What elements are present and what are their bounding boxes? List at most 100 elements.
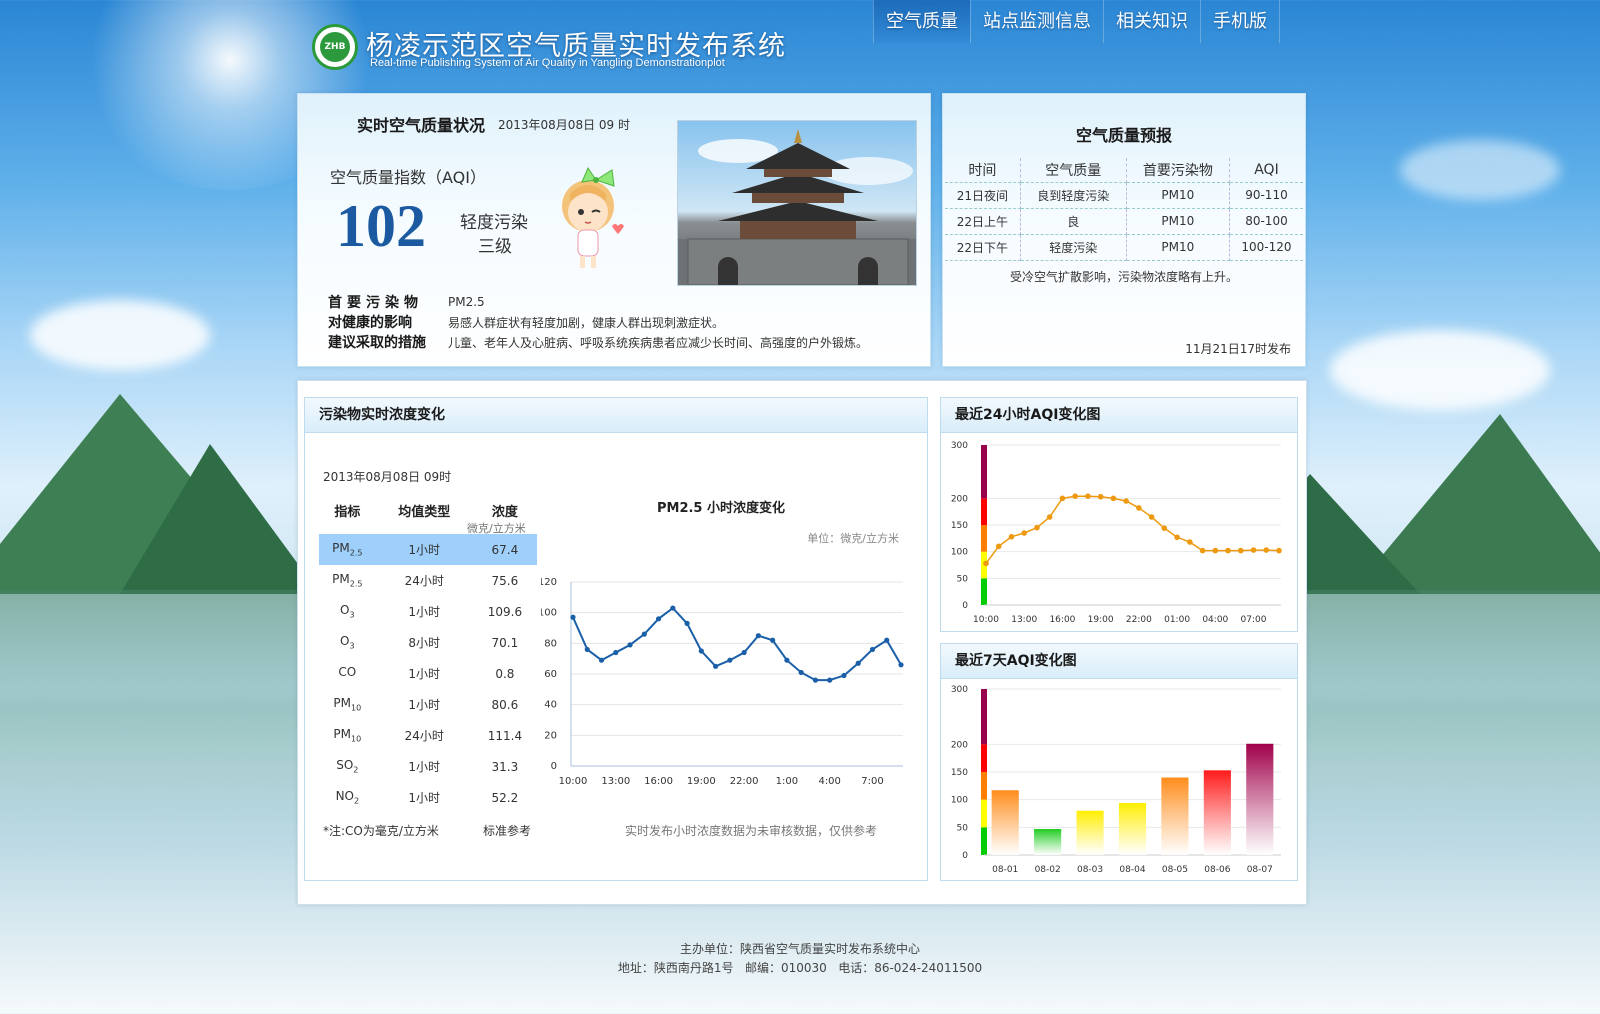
y-tick-label: 150 bbox=[951, 521, 968, 531]
pollutant-value: 80.6 bbox=[491, 697, 519, 712]
forecast-header: 时间 bbox=[945, 158, 1021, 183]
forecast-pollutant: PM10 bbox=[1126, 234, 1230, 261]
health-impact-value: 易感人群症状有轻度加剧，健康人群出现刺激症状。 bbox=[448, 316, 725, 330]
y-tick-label: 150 bbox=[951, 768, 968, 778]
nav-mobile[interactable]: 手机版 bbox=[1200, 0, 1280, 43]
aqi-scale-band bbox=[981, 525, 987, 552]
pollutant-name: CO bbox=[338, 665, 357, 680]
pollutant-avg-type: 1小时 bbox=[408, 760, 441, 774]
forecast-aqi: 100-120 bbox=[1229, 234, 1303, 261]
pollutant-value: 67.4 bbox=[472, 534, 537, 565]
x-tick-label: 08-02 bbox=[1035, 865, 1061, 875]
pollutant-name: PM10 bbox=[333, 696, 362, 713]
pollutant-row[interactable]: CO 1小时 0.8 bbox=[319, 658, 537, 689]
aqi7-bar bbox=[991, 790, 1019, 855]
forecast-time: 22日下午 bbox=[945, 234, 1021, 261]
pollutant-row[interactable]: PM2.5 24小时 75.6 bbox=[319, 565, 537, 596]
pollutant-row[interactable]: SO2 1小时 31.3 bbox=[319, 751, 537, 782]
pollutant-row[interactable]: PM10 24小时 111.4 bbox=[319, 720, 537, 751]
chart-unit-label: 单位：微克/立方米 bbox=[807, 531, 899, 545]
aqi24-data-point bbox=[1250, 547, 1257, 553]
chart-title: PM2.5 小时浓度变化 bbox=[657, 500, 785, 516]
pollutant-row[interactable]: O3 1小时 109.6 bbox=[319, 596, 537, 627]
pollutant-row[interactable]: O3 8小时 70.1 bbox=[319, 627, 537, 658]
aqi24-data-point bbox=[1174, 534, 1180, 541]
aqi24-data-point bbox=[1263, 547, 1270, 553]
pollutant-header: 浓度 bbox=[491, 504, 518, 520]
x-tick-label: 1:00 bbox=[776, 776, 798, 787]
x-tick-label: 01:00 bbox=[1164, 615, 1190, 625]
realtime-time: 2013年08月08日 09 时 bbox=[498, 118, 630, 132]
y-tick-label: 100 bbox=[951, 548, 968, 558]
x-tick-label: 19:00 bbox=[1088, 615, 1114, 625]
advice-value: 儿童、老年人及心脏病、呼吸系统疾病患者应减少长时间、高强度的户外锻炼。 bbox=[448, 336, 869, 350]
pollutant-name: O3 bbox=[340, 603, 355, 620]
nav-station-info[interactable]: 站点监测信息 bbox=[970, 0, 1103, 43]
pm25-data-point bbox=[812, 677, 819, 683]
pollutant-header: 指标 bbox=[334, 504, 361, 520]
pm25-data-point bbox=[784, 657, 790, 663]
forecast-note: 受冷空气扩散影响，污染物浓度略有上升。 bbox=[1009, 270, 1238, 284]
aqi24-box: 最近24小时AQI变化图 0 50 100 150 200 300 10:00 13:00 16… bbox=[940, 397, 1298, 632]
y-tick-label: 60 bbox=[544, 669, 557, 680]
pm25-data-point bbox=[770, 637, 776, 643]
y-tick-label: 50 bbox=[957, 823, 969, 833]
aqi24-data-point bbox=[1046, 514, 1053, 520]
pm25-data-point bbox=[613, 649, 619, 656]
aqi24-data-point bbox=[983, 560, 989, 567]
cloud bbox=[1400, 140, 1560, 200]
pm25-data-point bbox=[727, 657, 733, 663]
aqi-grade: 三级 bbox=[478, 237, 512, 257]
pm25-data-point bbox=[713, 663, 719, 669]
pollutant-avg-type: 1小时 bbox=[408, 698, 441, 712]
site-header: ZHB 杨凌示范区空气质量实时发布系统 Real-time Publishing… bbox=[300, 0, 1300, 90]
forecast-pollutant: PM10 bbox=[1126, 182, 1230, 209]
x-tick-label: 22:00 bbox=[1126, 615, 1152, 625]
aqi7-bar bbox=[1161, 777, 1189, 855]
pollutant-avg-type: 24小时 bbox=[404, 729, 444, 743]
pollutant-name: PM2.5 bbox=[319, 534, 376, 565]
cloud bbox=[1330, 330, 1550, 410]
aqi-value: 102 bbox=[336, 193, 426, 259]
pollutant-row[interactable]: PM10 1小时 80.6 bbox=[319, 689, 537, 720]
x-tick-label: 08-01 bbox=[992, 865, 1018, 875]
health-impact-label: 对健康的影响 bbox=[328, 315, 412, 331]
aqi7-title: 最近7天AQI变化图 bbox=[941, 644, 1297, 679]
nav-knowledge[interactable]: 相关知识 bbox=[1103, 0, 1200, 43]
pm25-data-point bbox=[684, 620, 690, 626]
forecast-time: 22日上午 bbox=[945, 208, 1021, 235]
pm25-data-point bbox=[570, 614, 576, 620]
standard-reference-link[interactable]: 标准参考 bbox=[483, 822, 531, 839]
y-tick-label: 0 bbox=[551, 761, 557, 772]
pm25-data-point bbox=[827, 677, 833, 683]
pollutant-name: PM10 bbox=[333, 727, 362, 744]
pm25-data-point bbox=[755, 633, 761, 639]
aqi7-bar bbox=[1076, 810, 1104, 855]
aqi24-data-point bbox=[1110, 495, 1117, 502]
pollutant-avg-type: 8小时 bbox=[408, 636, 441, 650]
pollutant-box: 污染物实时浓度变化 2013年08月08日 09时 指标 均值类型 浓度 PM2… bbox=[304, 397, 928, 881]
pm25-data-point bbox=[884, 637, 890, 643]
y-tick-label: 50 bbox=[957, 574, 969, 584]
pollutant-value: 70.1 bbox=[491, 635, 519, 650]
pm25-data-point bbox=[698, 648, 704, 654]
pm25-data-point bbox=[655, 616, 662, 622]
site-logo-icon[interactable]: ZHB bbox=[312, 24, 358, 70]
aqi24-data-point bbox=[1161, 525, 1168, 531]
mascot-girl-icon bbox=[562, 166, 624, 268]
pollutant-row[interactable]: PM2.5 1小时 67.4 bbox=[319, 534, 537, 565]
pm25-data-point bbox=[898, 662, 904, 668]
aqi24-data-point bbox=[1059, 495, 1066, 502]
aqi-label: 空气质量指数（AQI） bbox=[330, 168, 486, 187]
pollutant-value: 31.3 bbox=[491, 759, 519, 774]
nav-air-quality[interactable]: 空气质量 bbox=[873, 0, 970, 43]
pollutant-row[interactable]: NO2 1小时 52.2 bbox=[319, 782, 537, 813]
pollutant-name: PM2.5 bbox=[332, 572, 363, 589]
aqi-scale-band bbox=[981, 578, 987, 605]
forecast-published: 11月21日17时发布 bbox=[1185, 342, 1291, 356]
aqi-level: 轻度污染 bbox=[460, 213, 528, 233]
y-tick-label: 40 bbox=[544, 700, 557, 711]
site-footer: 主办单位：陕西省空气质量实时发布系统中心 地址：陕西南丹路1号 邮编：01003… bbox=[0, 940, 1600, 978]
pm25-data-point bbox=[741, 649, 747, 656]
forecast-quality: 良到轻度污染 bbox=[1020, 182, 1127, 209]
